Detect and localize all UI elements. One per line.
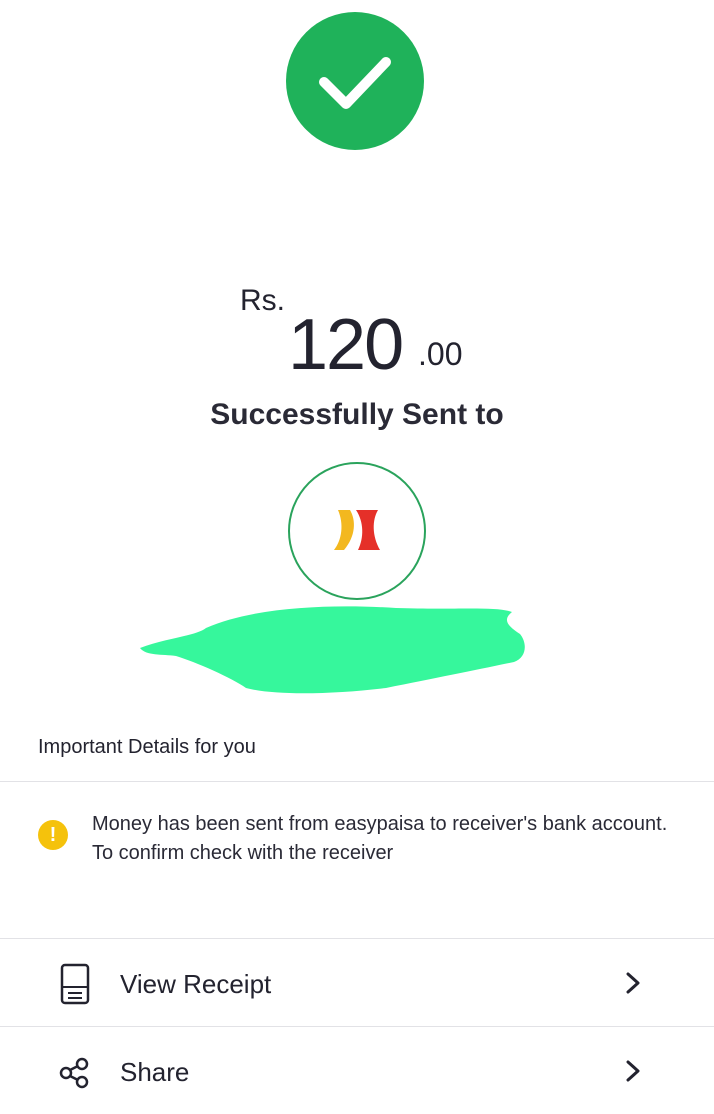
divider [0, 781, 714, 782]
share-button[interactable]: Share [0, 1027, 714, 1114]
chevron-right-icon [626, 972, 640, 994]
amount-currency: Rs. [240, 284, 285, 317]
transaction-success-screen: Rs. 120 .00 Successfully Sent to Importa… [0, 0, 714, 1114]
chevron-right-icon [626, 1060, 640, 1082]
bank-logo-icon [334, 510, 380, 550]
receipt-icon [60, 963, 90, 1005]
amount-whole: 120 [288, 305, 404, 385]
details-title: Important Details for you [38, 736, 256, 758]
amount-decimal: .00 [418, 336, 463, 372]
recipient-bank-logo [288, 462, 426, 600]
check-icon [319, 57, 391, 109]
share-icon [59, 1057, 89, 1089]
amount-display: Rs. 120 .00 [0, 284, 714, 385]
exclamation-icon: ! [38, 820, 68, 850]
share-label: Share [120, 1057, 190, 1087]
notice-box: ! Money has been sent from easypaisa to … [0, 800, 714, 920]
view-receipt-button[interactable]: View Receipt [0, 939, 714, 1027]
view-receipt-label: View Receipt [120, 969, 272, 999]
sent-to-label: Successfully Sent to [210, 398, 504, 431]
success-check-badge [286, 12, 424, 150]
redacted-recipient-name [140, 606, 525, 694]
notice-text: Money has been sent from easypaisa to re… [92, 813, 668, 864]
